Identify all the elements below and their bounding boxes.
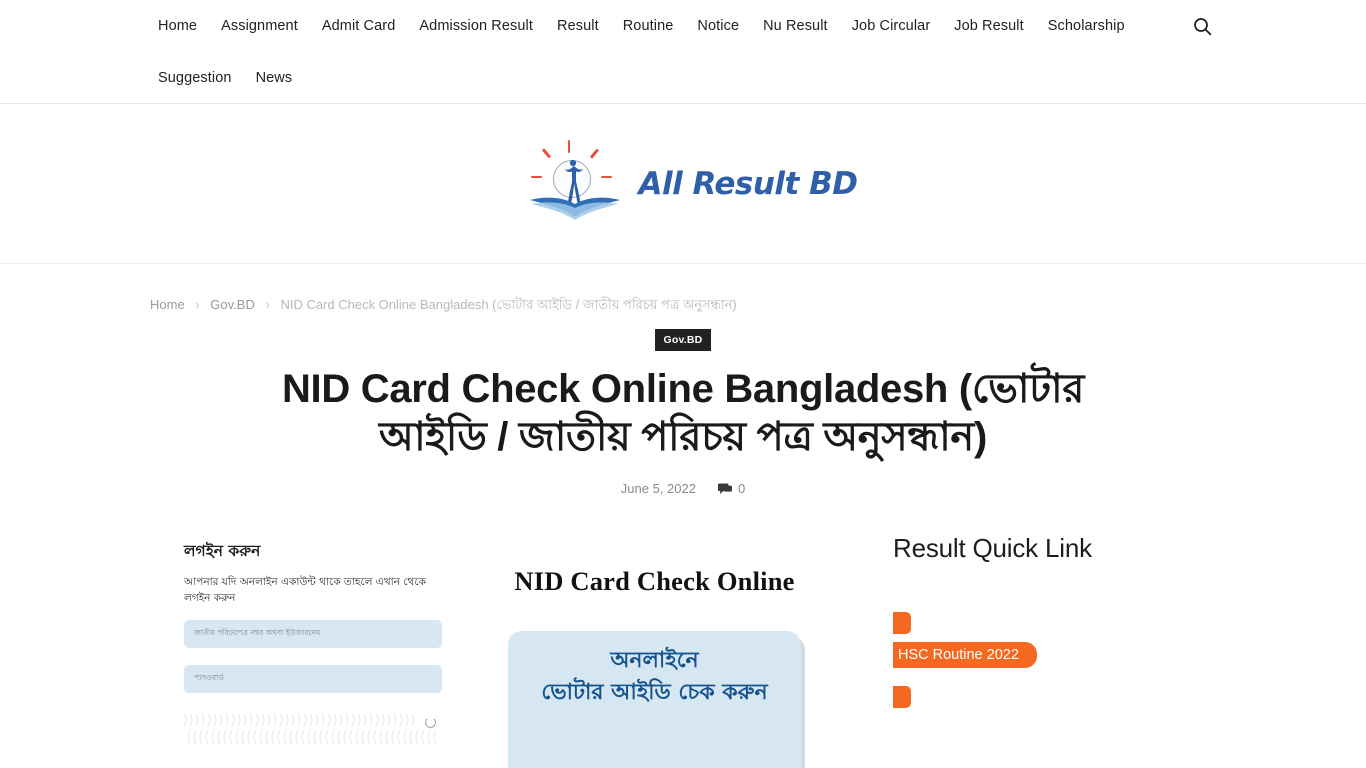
featured-nid-placeholder: জাতীয় পরিচয়পত্র নম্বর অথবা ইউজারনেম bbox=[194, 628, 321, 637]
featured-login-heading: লগইন করুন bbox=[184, 542, 261, 560]
status-badge[interactable]: Gov.BD bbox=[654, 329, 712, 351]
search-icon bbox=[1193, 17, 1211, 35]
main-column: লগইন করুন আপনার যদি অনলাইন একাউন্ট থাকে … bbox=[150, 522, 847, 768]
post-meta: June 5, 2022 0 bbox=[150, 481, 1216, 497]
bullet-marker-icon bbox=[893, 686, 911, 708]
logo-mark-icon bbox=[509, 138, 637, 230]
sidebar: Result Quick Link HSC Routine 2022 bbox=[893, 522, 1213, 726]
nav-item-home[interactable]: Home bbox=[150, 14, 209, 38]
list-item bbox=[893, 686, 1213, 708]
nav-item-admission-result[interactable]: Admission Result bbox=[407, 14, 545, 38]
featured-captcha bbox=[184, 711, 442, 745]
featured-password-placeholder: পাসওয়ার্ড bbox=[194, 673, 224, 682]
breadcrumb-home[interactable]: Home bbox=[150, 297, 185, 312]
featured-card-line-1: অনলাইনে bbox=[610, 648, 699, 673]
nav-item-routine[interactable]: Routine bbox=[611, 14, 686, 38]
nav-item-scholarship[interactable]: Scholarship bbox=[1036, 14, 1137, 38]
list-item: HSC Routine 2022 bbox=[893, 612, 1213, 668]
refresh-icon bbox=[425, 717, 436, 728]
breadcrumb-category[interactable]: Gov.BD bbox=[210, 297, 255, 312]
quick-link-hsc-routine[interactable]: HSC Routine 2022 bbox=[893, 642, 1037, 668]
featured-promo-card: অনলাইনে ভোটার আইডি চেক করুন bbox=[508, 631, 801, 768]
bullet-marker-icon bbox=[893, 612, 911, 634]
breadcrumb-current: NID Card Check Online Bangladesh (ভোটার … bbox=[280, 297, 737, 312]
site-header: Home Assignment Admit Card Admission Res… bbox=[0, 0, 1366, 104]
nav-item-admit-card[interactable]: Admit Card bbox=[310, 14, 408, 38]
featured-headline: NID Card Check Online bbox=[514, 566, 795, 596]
comment-icon bbox=[717, 483, 732, 494]
category-badge-row: Gov.BD bbox=[150, 329, 1216, 351]
logo-wordmark: All Result BD bbox=[638, 165, 859, 202]
featured-password-field: পাসওয়ার্ড bbox=[184, 665, 442, 693]
comment-count: 0 bbox=[737, 481, 746, 496]
featured-promo-panel: NID Card Check Online অনলাইনে ভোটার আইডি… bbox=[462, 522, 847, 768]
featured-card-line-2: ভোটার আইডি চেক করুন bbox=[541, 680, 768, 705]
primary-navigation: Home Assignment Admit Card Admission Res… bbox=[150, 0, 1150, 90]
nav-item-news[interactable]: News bbox=[244, 66, 305, 90]
nav-item-suggestion[interactable]: Suggestion bbox=[150, 66, 244, 90]
page-title: NID Card Check Online Bangladesh (ভোটার … bbox=[281, 367, 1085, 459]
sidebar-title: Result Quick Link bbox=[893, 533, 1092, 563]
nav-item-notice[interactable]: Notice bbox=[685, 14, 751, 38]
nav-item-nu-result[interactable]: Nu Result bbox=[751, 14, 840, 38]
search-button[interactable] bbox=[1188, 12, 1216, 40]
nav-item-job-result[interactable]: Job Result bbox=[942, 14, 1036, 38]
primary-navigation-row-2: Suggestion News bbox=[150, 66, 1150, 90]
site-logo[interactable]: All Result BD bbox=[529, 136, 858, 232]
book-icon bbox=[529, 197, 620, 220]
nav-item-result[interactable]: Result bbox=[545, 14, 611, 38]
nav-item-assignment[interactable]: Assignment bbox=[209, 14, 310, 38]
header-inner: Home Assignment Admit Card Admission Res… bbox=[0, 0, 1366, 104]
featured-login-subtext: আপনার যদি অনলাইন একাউন্ট থাকে তাহলে এখান… bbox=[184, 576, 426, 604]
breadcrumb: Home › Gov.BD › NID Card Check Online Ba… bbox=[150, 264, 1216, 313]
page-content: Home › Gov.BD › NID Card Check Online Ba… bbox=[0, 264, 1366, 768]
post-date: June 5, 2022 bbox=[620, 481, 696, 496]
captcha-pattern-icon bbox=[184, 713, 437, 745]
comment-count-link[interactable]: 0 bbox=[717, 481, 746, 497]
featured-login-panel: লগইন করুন আপনার যদি অনলাইন একাউন্ট থাকে … bbox=[150, 522, 460, 768]
featured-nid-field: জাতীয় পরিচয়পত্র নম্বর অথবা ইউজারনেম bbox=[184, 620, 442, 648]
content-columns: লগইন করুন আপনার যদি অনলাইন একাউন্ট থাকে … bbox=[150, 522, 1216, 768]
nav-item-job-circular[interactable]: Job Circular bbox=[840, 14, 943, 38]
breadcrumb-separator-2: › bbox=[265, 297, 270, 312]
logo-band: All Result BD bbox=[0, 104, 1366, 264]
breadcrumb-separator: › bbox=[195, 297, 200, 312]
featured-image[interactable]: লগইন করুন আপনার যদি অনলাইন একাউন্ট থাকে … bbox=[150, 522, 847, 768]
quick-link-list: HSC Routine 2022 bbox=[893, 612, 1213, 708]
